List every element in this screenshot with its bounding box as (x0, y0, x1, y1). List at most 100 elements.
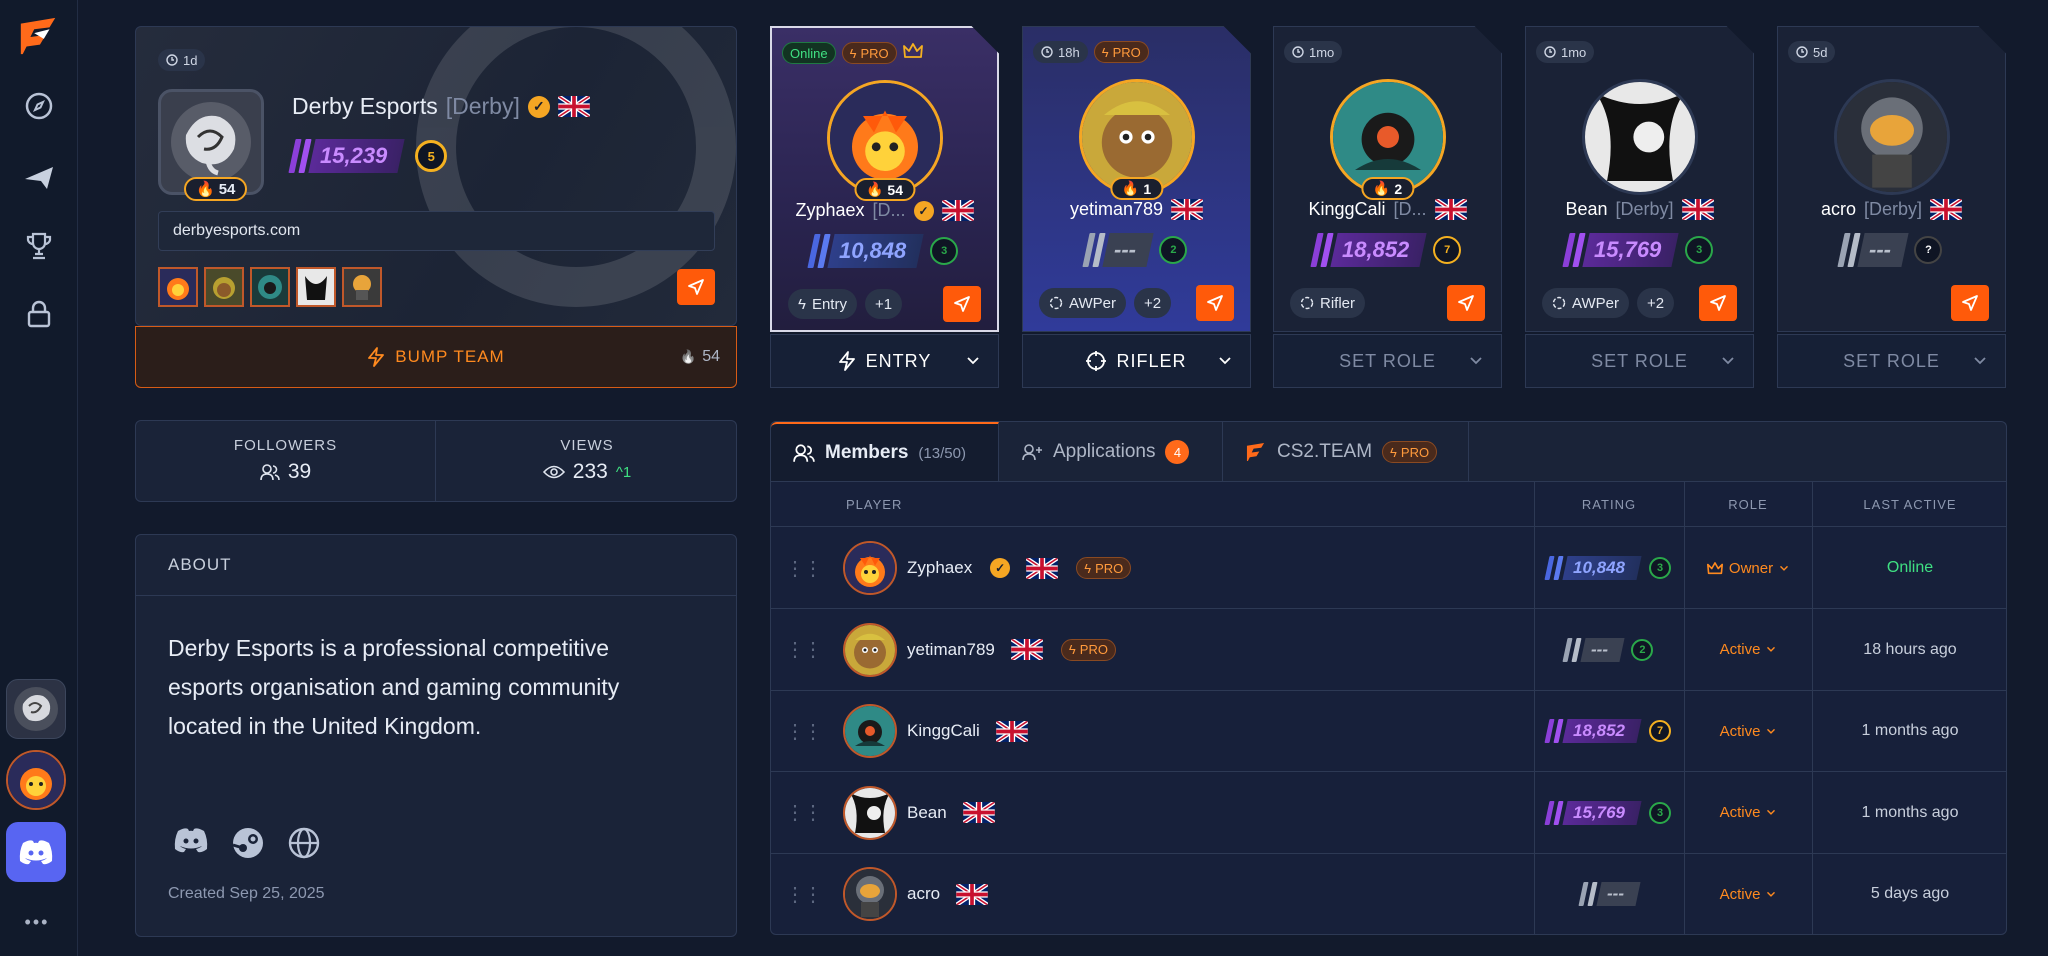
member-thumb[interactable] (250, 267, 290, 307)
chevron-down-icon (1767, 728, 1776, 734)
player-card[interactable]: Online ϟ PRO 🔥 54 Zyphaex [D... ✓ 10,848 3 ϟ En… (770, 26, 999, 332)
logo-icon[interactable] (17, 14, 61, 58)
player-avatar (1833, 79, 1950, 195)
send-icon (1207, 295, 1223, 311)
header-last-active: LAST ACTIVE (1863, 496, 1957, 512)
role-select-label: SET ROLE (1339, 350, 1436, 371)
player-name: yetiman789 (907, 639, 995, 659)
drag-handle-icon[interactable]: ⋮⋮ (785, 528, 823, 608)
tab-applications-label: Applications (1053, 441, 1156, 462)
member-thumb[interactable] (342, 267, 382, 307)
drag-handle-icon[interactable]: ⋮⋮ (785, 691, 823, 771)
clock-icon (1796, 46, 1808, 58)
role-select[interactable]: ENTRY (770, 334, 999, 388)
trophy-icon[interactable] (17, 224, 61, 268)
role-select[interactable]: RIFLER (1022, 334, 1251, 388)
send-message-button[interactable] (1951, 285, 1989, 321)
table-row[interactable]: ⋮⋮ acro --- Active 5 days ago (771, 854, 2006, 934)
drag-handle-icon[interactable]: ⋮⋮ (785, 773, 823, 853)
player-name: acro (907, 884, 941, 903)
send-icon (1962, 295, 1978, 311)
table-header: PLAYER RATING ROLE LAST ACTIVE (771, 482, 2006, 527)
bump-count: 54 (702, 348, 720, 365)
more-menu[interactable]: ••• (0, 912, 74, 933)
tab-cs2-team[interactable]: CS2.TEAM ϟ PRO (1223, 422, 1469, 482)
rating-value: 10,848 (838, 238, 907, 263)
send-message-button[interactable] (677, 269, 715, 305)
tab-members[interactable]: Members (13/50) (771, 422, 999, 482)
team-header-card: 1d 🔥 54 Derby Esports [Derby] ✓ 15,239 5 … (135, 26, 737, 326)
tab-cs2-label: CS2.TEAM (1277, 441, 1373, 462)
table-row[interactable]: ⋮⋮ Zyphaex ✓ ϟ PRO 10,848 3 Owner Online (771, 528, 2006, 609)
followers-stat[interactable]: FOLLOWERS 39 (136, 421, 436, 501)
team-website[interactable]: derbyesports.com (158, 211, 715, 251)
lock-icon[interactable] (17, 292, 61, 336)
member-role-dropdown[interactable]: Active (1720, 886, 1777, 903)
rating-value: 18,852 (1341, 237, 1410, 262)
table-row[interactable]: ⋮⋮ yetiman789 ϟ PRO --- 2 Active 18 hours … (771, 610, 2006, 691)
player-card[interactable]: 18h ϟ PRO 🔥 1 yetiman789 --- 2 AWPer +2 (1022, 26, 1251, 332)
drag-handle-icon[interactable]: ⋮⋮ (785, 610, 823, 690)
team-member-avatars (158, 267, 382, 307)
role-select[interactable]: SET ROLE (1777, 334, 2006, 388)
rating-value: --- (1113, 237, 1136, 262)
player-name: acro (1820, 199, 1856, 219)
rating-value: 15,769 (1573, 802, 1625, 822)
send-message-button[interactable] (1196, 285, 1234, 321)
uk-flag-icon (1010, 639, 1043, 660)
player-name: Bean (907, 802, 947, 822)
role-select-label: ENTRY (865, 350, 932, 371)
table-row[interactable]: ⋮⋮ KinggCali 18,852 7 Active 1 months ago (771, 691, 2006, 772)
crown-icon (1706, 561, 1723, 574)
send-message-button[interactable] (943, 286, 981, 322)
rating-value: 15,769 (1593, 237, 1662, 262)
team-stats: FOLLOWERS 39 VIEWS 233 ^1 (135, 420, 737, 502)
role-select[interactable]: SET ROLE (1525, 334, 1754, 388)
crosshair-icon (1086, 351, 1107, 371)
member-thumb[interactable] (296, 267, 336, 307)
discord-icon[interactable] (174, 827, 208, 853)
role-chip: AWPer (1039, 288, 1126, 318)
followers-count: 39 (287, 460, 312, 483)
member-role-dropdown[interactable]: Active (1720, 804, 1777, 821)
last-seen-badge: 5d (1788, 41, 1836, 63)
logo-icon (1246, 442, 1265, 462)
table-row[interactable]: ⋮⋮ Bean 15,769 3 Active 1 months ago (771, 773, 2006, 854)
member-thumb[interactable] (158, 267, 198, 307)
player-avatar (843, 785, 897, 840)
megaphone-icon[interactable] (17, 156, 61, 200)
flame-icon: 🔥 (865, 181, 884, 197)
member-role-dropdown[interactable]: Active (1720, 641, 1777, 658)
team-rating-row: 15,239 5 (288, 139, 448, 173)
member-thumb[interactable] (204, 267, 244, 307)
role-select-label: SET ROLE (1591, 350, 1688, 371)
bolt-icon (368, 347, 385, 367)
discord-icon[interactable] (6, 822, 66, 882)
steam-icon[interactable] (232, 827, 264, 859)
send-message-button[interactable] (1447, 285, 1485, 321)
send-icon (1458, 295, 1474, 311)
bump-team-button[interactable]: BUMP TEAM 🔥 54 (135, 326, 737, 388)
drag-handle-icon[interactable]: ⋮⋮ (785, 854, 823, 934)
bolt-icon: ϟ (1390, 444, 1397, 460)
tab-applications[interactable]: Applications 4 (999, 422, 1223, 482)
player-card[interactable]: 5d acro [Derby] ---? (1777, 26, 2006, 332)
player-avatar (843, 541, 897, 595)
role-select[interactable]: SET ROLE (1273, 334, 1502, 388)
member-role-dropdown[interactable]: Owner (1706, 560, 1789, 577)
extra-roles-chip: +1 (864, 289, 903, 319)
views-count: 233 (572, 460, 608, 483)
extra-roles-chip: +2 (1133, 288, 1172, 318)
team-avatar-shortcut[interactable] (6, 679, 66, 739)
send-message-button[interactable] (1699, 285, 1737, 321)
player-card[interactable]: 1mo Bean [Derby] 15,769 3 AWPer +2 (1525, 26, 1754, 332)
globe-icon[interactable] (288, 827, 320, 859)
compass-icon[interactable] (17, 84, 61, 128)
member-role-dropdown[interactable]: Active (1720, 723, 1777, 740)
followers-label: FOLLOWERS (233, 437, 338, 454)
chevron-down-icon (1780, 565, 1789, 571)
player-card[interactable]: 1mo 🔥 2 KinggCali [D... 18,852 7 Rifler (1273, 26, 1502, 332)
crosshair-icon (1300, 296, 1314, 310)
user-avatar-shortcut[interactable] (6, 750, 66, 810)
clock-icon (1041, 46, 1053, 58)
